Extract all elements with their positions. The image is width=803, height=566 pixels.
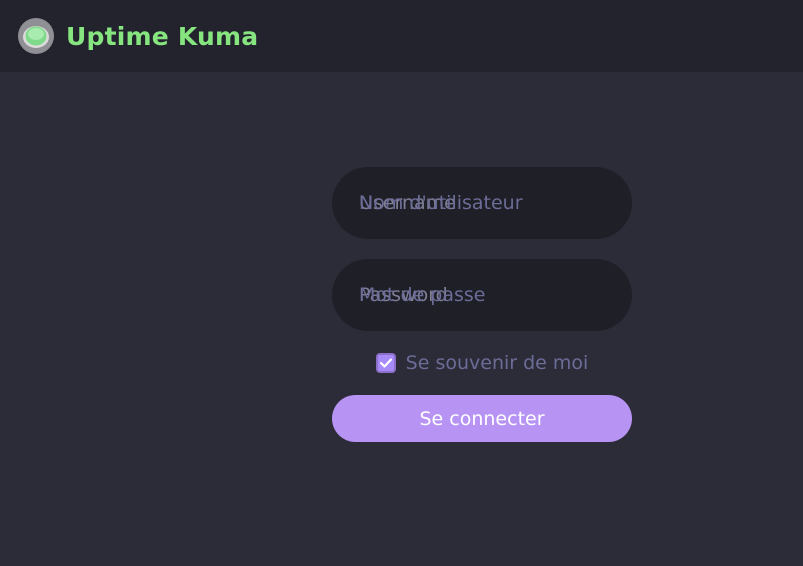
- app-title[interactable]: Uptime Kuma: [66, 22, 258, 51]
- remember-me-checkbox[interactable]: [375, 353, 396, 373]
- password-field-wrapper: Password: [332, 259, 632, 331]
- login-page: Username Password Se souvenir de moi Se …: [0, 72, 803, 566]
- login-submit-button[interactable]: Se connecter: [332, 395, 632, 442]
- login-form: Username Password Se souvenir de moi Se …: [332, 167, 632, 442]
- password-input[interactable]: [332, 259, 632, 331]
- username-field-wrapper: Username: [332, 167, 632, 239]
- remember-me-label[interactable]: Se souvenir de moi: [406, 352, 589, 374]
- remember-me-row: Se souvenir de moi: [332, 347, 632, 379]
- uptime-kuma-logo-icon[interactable]: [17, 17, 55, 55]
- username-input[interactable]: [332, 167, 632, 239]
- check-icon: [379, 358, 392, 368]
- app-header: Uptime Kuma: [0, 0, 803, 72]
